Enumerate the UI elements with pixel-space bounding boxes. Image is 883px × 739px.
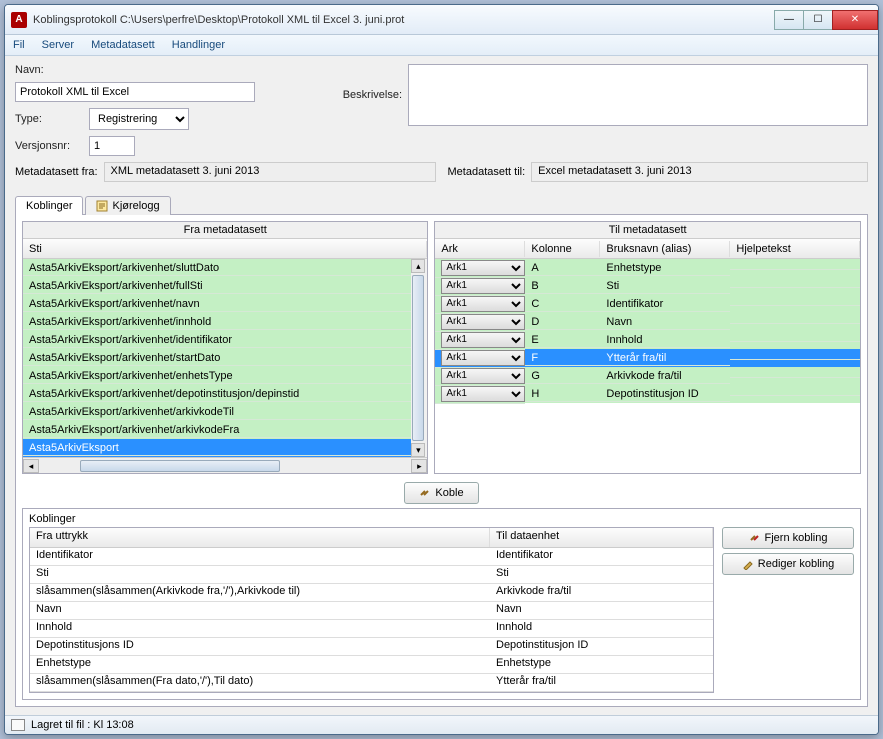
link-icon bbox=[419, 487, 431, 499]
kobling-row[interactable]: NavnNavn bbox=[30, 602, 713, 620]
kobling-row[interactable]: slåsammen(slåsammen(Arkivkode fra,'/'),A… bbox=[30, 584, 713, 602]
type-label: Type: bbox=[15, 113, 83, 125]
type-select[interactable]: Registrering bbox=[89, 108, 189, 130]
from-row[interactable]: Asta5ArkivEksport/arkivenhet/startDato bbox=[23, 349, 411, 367]
scroll-left-icon[interactable]: ◂ bbox=[23, 459, 39, 473]
ark-select[interactable]: Ark1 bbox=[441, 332, 525, 348]
name-input[interactable] bbox=[15, 82, 255, 102]
koblinger-label: Koblinger bbox=[29, 513, 854, 525]
kobling-row[interactable]: StiSti bbox=[30, 566, 713, 584]
ark-select[interactable]: Ark1 bbox=[441, 368, 525, 384]
meta-from-label: Metadatasett fra: bbox=[15, 166, 98, 178]
edit-kobling-button[interactable]: Rediger kobling bbox=[722, 553, 854, 575]
kobling-row[interactable]: EnhetstypeEnhetstype bbox=[30, 656, 713, 674]
to-metadataset-pane: Til metadatasett Ark Kolonne Bruksnavn (… bbox=[434, 221, 861, 474]
meta-from-value: XML metadatasett 3. juni 2013 bbox=[104, 162, 436, 182]
scroll-thumb[interactable] bbox=[412, 275, 424, 441]
ark-select[interactable]: Ark1 bbox=[441, 386, 525, 402]
menu-metadatasett[interactable]: Metadatasett bbox=[91, 39, 155, 51]
from-row[interactable]: Asta5ArkivEksport/arkivenhet/innhold bbox=[23, 313, 411, 331]
from-metadataset-pane: Fra metadatasett Sti Asta5ArkivEksport/a… bbox=[22, 221, 428, 474]
to-row[interactable]: Ark1AEnhetstype bbox=[435, 259, 860, 277]
tab-kjorelogg[interactable]: Kjørelogg bbox=[85, 196, 170, 215]
from-row[interactable]: Asta5ArkivEksport/arkivenhet/sluttDato bbox=[23, 259, 411, 277]
unlink-icon bbox=[749, 532, 761, 544]
from-vscrollbar[interactable]: ▴ ▾ bbox=[411, 259, 427, 457]
version-input[interactable] bbox=[89, 136, 135, 156]
menu-fil[interactable]: Fil bbox=[13, 39, 25, 51]
from-pane-title: Fra metadatasett bbox=[23, 222, 427, 239]
from-row[interactable]: Asta5ArkivEksport/arkivenhet/identifikat… bbox=[23, 331, 411, 349]
to-col-help[interactable]: Hjelpetekst bbox=[730, 241, 860, 257]
kobling-row[interactable]: slåsammen(slåsammen(Fra dato,'/'),Til da… bbox=[30, 674, 713, 692]
to-row[interactable]: Ark1EInnhold bbox=[435, 331, 860, 349]
from-row[interactable]: Asta5ArkivEksport/arkivenhet/depotinstit… bbox=[23, 385, 411, 403]
koble-button[interactable]: Koble bbox=[404, 482, 478, 504]
to-col-alias[interactable]: Bruksnavn (alias) bbox=[600, 241, 730, 257]
kob-col-from[interactable]: Fra uttrykk bbox=[30, 528, 490, 547]
window-buttons: — ☐ ✕ bbox=[775, 10, 878, 30]
menu-handlinger[interactable]: Handlinger bbox=[172, 39, 225, 51]
scroll-up-icon[interactable]: ▴ bbox=[411, 259, 425, 273]
desc-label: Beskrivelse: bbox=[343, 89, 402, 101]
from-row[interactable]: Asta5ArkivEksport/arkivenhet/arkivkodeFr… bbox=[23, 421, 411, 439]
ark-select[interactable]: Ark1 bbox=[441, 314, 525, 330]
ark-select[interactable]: Ark1 bbox=[441, 278, 525, 294]
name-label: Navn: bbox=[15, 64, 83, 76]
kobling-row[interactable]: IdentifikatorIdentifikator bbox=[30, 548, 713, 566]
app-window: A Koblingsprotokoll C:\Users\perfre\Desk… bbox=[4, 4, 879, 735]
from-hscrollbar[interactable]: ◂ ▸ bbox=[23, 457, 427, 473]
ark-select[interactable]: Ark1 bbox=[441, 296, 525, 312]
ark-select[interactable]: Ark1 bbox=[441, 260, 525, 276]
app-icon: A bbox=[11, 12, 27, 28]
from-col-sti[interactable]: Sti bbox=[23, 241, 427, 257]
from-row[interactable]: Asta5ArkivEksport/arkivenhet/enhetsType bbox=[23, 367, 411, 385]
scroll-down-icon[interactable]: ▾ bbox=[411, 443, 425, 457]
maximize-button[interactable]: ☐ bbox=[803, 10, 833, 30]
minimize-button[interactable]: — bbox=[774, 10, 804, 30]
window-title: Koblingsprotokoll C:\Users\perfre\Deskto… bbox=[33, 14, 775, 26]
ark-select[interactable]: Ark1 bbox=[441, 350, 525, 366]
to-col-ark[interactable]: Ark bbox=[435, 241, 525, 257]
from-row[interactable]: Asta5ArkivEksport bbox=[23, 439, 411, 457]
edit-icon bbox=[742, 558, 754, 570]
menu-server[interactable]: Server bbox=[42, 39, 74, 51]
desc-input[interactable] bbox=[408, 64, 868, 126]
disk-icon bbox=[11, 719, 25, 731]
hscroll-thumb[interactable] bbox=[80, 460, 280, 472]
titlebar: A Koblingsprotokoll C:\Users\perfre\Desk… bbox=[5, 5, 878, 35]
koblinger-table: Fra uttrykk Til dataenhet IdentifikatorI… bbox=[29, 527, 714, 693]
tab-koblinger[interactable]: Koblinger bbox=[15, 196, 83, 215]
from-row[interactable]: Asta5ArkivEksport/arkivenhet/fullSti bbox=[23, 277, 411, 295]
kob-col-to[interactable]: Til dataenhet bbox=[490, 528, 713, 547]
meta-to-label: Metadatasett til: bbox=[448, 166, 526, 178]
status-text: Lagret til fil : Kl 13:08 bbox=[31, 719, 134, 731]
menubar: Fil Server Metadatasett Handlinger bbox=[5, 35, 878, 56]
to-row[interactable]: Ark1BSti bbox=[435, 277, 860, 295]
from-row[interactable]: Asta5ArkivEksport/arkivenhet/navn bbox=[23, 295, 411, 313]
to-row[interactable]: Ark1DNavn bbox=[435, 313, 860, 331]
kobling-row[interactable]: Depotinstitusjons IDDepotinstitusjon ID bbox=[30, 638, 713, 656]
meta-to-value: Excel metadatasett 3. juni 2013 bbox=[531, 162, 868, 182]
to-col-kolonne[interactable]: Kolonne bbox=[525, 241, 600, 257]
from-row[interactable]: Asta5ArkivEksport/arkivenhet/arkivkodeTi… bbox=[23, 403, 411, 421]
version-label: Versjonsnr: bbox=[15, 140, 83, 152]
scroll-right-icon[interactable]: ▸ bbox=[411, 459, 427, 473]
kobling-row[interactable]: InnholdInnhold bbox=[30, 620, 713, 638]
to-row[interactable]: Ark1FYtterår fra/til bbox=[435, 349, 860, 367]
to-row[interactable]: Ark1HDepotinstitusjon ID bbox=[435, 385, 860, 403]
to-row[interactable]: Ark1GArkivkode fra/til bbox=[435, 367, 860, 385]
to-pane-title: Til metadatasett bbox=[435, 222, 860, 239]
log-icon bbox=[96, 200, 108, 212]
to-row[interactable]: Ark1CIdentifikator bbox=[435, 295, 860, 313]
statusbar: Lagret til fil : Kl 13:08 bbox=[5, 715, 878, 734]
remove-kobling-button[interactable]: Fjern kobling bbox=[722, 527, 854, 549]
close-button[interactable]: ✕ bbox=[832, 10, 878, 30]
